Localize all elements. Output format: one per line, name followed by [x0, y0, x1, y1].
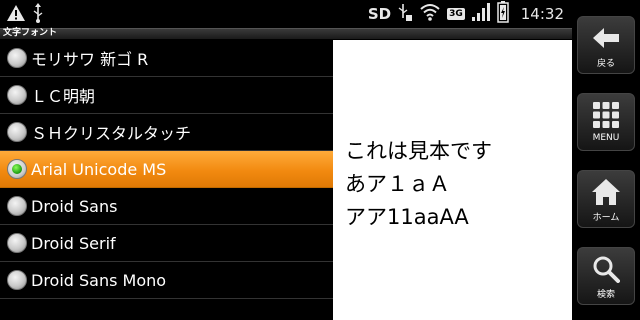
menu-button[interactable]: MENU: [577, 93, 635, 151]
list-item[interactable]: Droid Sans: [0, 188, 333, 225]
list-item[interactable]: Droid Sans Mono: [0, 262, 333, 299]
status-bar-system: SD 3G 14:32: [367, 1, 564, 27]
list-item-label: ＬＣ明朝: [31, 87, 96, 106]
title-bar: 文字フォント: [0, 28, 572, 39]
list-item[interactable]: モリサワ 新ゴ R: [0, 40, 333, 77]
radio-button-checked[interactable]: [7, 159, 27, 179]
home-icon: [590, 177, 622, 207]
list-item-selected[interactable]: Arial Unicode MS: [0, 151, 333, 188]
radio-button[interactable]: [7, 270, 27, 290]
search-button[interactable]: 検索: [577, 247, 635, 305]
radio-button[interactable]: [7, 233, 27, 253]
usb-icon: [32, 3, 44, 27]
signal-icon: [471, 2, 491, 26]
home-button[interactable]: ホーム: [577, 170, 635, 228]
list-item-label: Droid Serif: [31, 233, 116, 253]
list-item[interactable]: ＬＣ明朝: [0, 77, 333, 114]
list-item-label: Arial Unicode MS: [31, 159, 167, 179]
network-type-badge: 3G: [447, 8, 465, 20]
radio-button[interactable]: [7, 196, 27, 216]
back-arrow-icon: [590, 23, 622, 53]
clock: 14:32: [520, 5, 564, 23]
back-button-label: 戻る: [596, 59, 615, 69]
preview-line-1: これは見本です: [345, 139, 492, 163]
list-item[interactable]: Droid Serif: [0, 225, 333, 262]
list-item-label: Droid Sans Mono: [31, 270, 167, 290]
search-button-label: 検索: [596, 290, 615, 300]
menu-button-label: MENU: [592, 133, 620, 143]
status-bar-notifications: [6, 3, 44, 27]
battery-icon: [497, 1, 509, 27]
home-button-label: ホーム: [592, 213, 620, 223]
warning-icon: [6, 4, 26, 26]
radio-button[interactable]: [7, 122, 27, 142]
search-icon: [590, 254, 622, 284]
navigation-bar: 戻る MENU ホーム 検索: [572, 0, 640, 320]
preview-line-2: あア１ａＡ: [345, 172, 450, 196]
wifi-icon: [419, 3, 441, 25]
sd-card-indicator: SD: [367, 5, 392, 23]
usb-debug-icon: [397, 2, 413, 26]
font-preview-panel: これは見本です あア１ａＡ アア11aaAA: [333, 40, 572, 320]
preview-line-3: アア11aaAA: [345, 205, 469, 229]
radio-button[interactable]: [7, 85, 27, 105]
list-item-label: Droid Sans: [31, 196, 118, 216]
menu-grid-icon: [590, 100, 622, 130]
list-item-label: ＳＨクリスタルタッチ: [31, 124, 192, 143]
list-item-label: モリサワ 新ゴ R: [31, 50, 149, 69]
page-title: 文字フォント: [3, 28, 58, 38]
back-button[interactable]: 戻る: [577, 16, 635, 74]
list-item[interactable]: ＳＨクリスタルタッチ: [0, 114, 333, 151]
font-list: モリサワ 新ゴ R ＬＣ明朝 ＳＨクリスタルタッチ Arial Unicode …: [0, 40, 333, 320]
status-bar: SD 3G 14:32: [0, 0, 572, 28]
radio-button[interactable]: [7, 48, 27, 68]
